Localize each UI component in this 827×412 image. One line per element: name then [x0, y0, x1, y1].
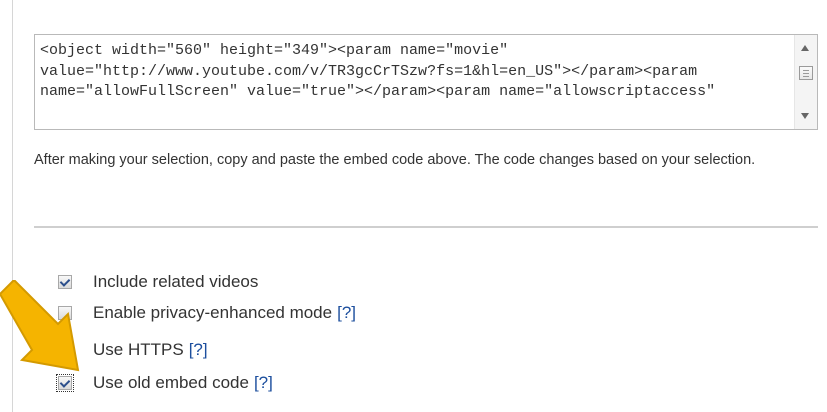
section-divider — [34, 226, 818, 228]
old-embed-help-link[interactable]: [?] — [254, 373, 273, 393]
scroll-thumb-grip-icon — [803, 70, 809, 71]
scroll-thumb-grip-icon — [803, 76, 809, 77]
embed-code-scrollbar[interactable] — [794, 35, 817, 129]
use-old-embed-code-checkbox[interactable] — [56, 374, 74, 392]
scroll-thumb[interactable] — [799, 66, 813, 80]
include-related-videos-checkbox[interactable] — [58, 275, 72, 289]
scroll-thumb-grip-icon — [803, 73, 809, 74]
option-enable-privacy-enhanced-mode[interactable]: Enable privacy-enhanced mode [?] — [58, 301, 356, 325]
use-https-label: Use HTTPS — [93, 340, 184, 359]
embed-help-text: After making your selection, copy and pa… — [34, 152, 756, 168]
privacy-help-link[interactable]: [?] — [337, 303, 356, 323]
https-help-link[interactable]: [?] — [189, 340, 208, 360]
include-related-videos-label: Include related videos — [93, 272, 259, 291]
embed-code-box: <object width="560" height="349"><param … — [34, 34, 818, 130]
enable-privacy-enhanced-mode-checkbox[interactable] — [58, 306, 72, 320]
scroll-down-arrow-icon[interactable] — [801, 113, 809, 119]
enable-privacy-enhanced-mode-label: Enable privacy-enhanced mode — [93, 303, 333, 322]
embed-code-textarea[interactable]: <object width="560" height="349"><param … — [40, 41, 790, 127]
option-use-https[interactable]: Use HTTPS [?] — [58, 338, 208, 362]
left-border-line — [12, 0, 13, 412]
use-https-checkbox[interactable] — [58, 343, 72, 357]
option-include-related-videos[interactable]: Include related videos — [58, 270, 258, 294]
option-use-old-embed-code[interactable]: Use old embed code [?] — [56, 371, 273, 395]
use-old-embed-code-label: Use old embed code — [93, 373, 249, 392]
scroll-up-arrow-icon[interactable] — [801, 45, 809, 51]
